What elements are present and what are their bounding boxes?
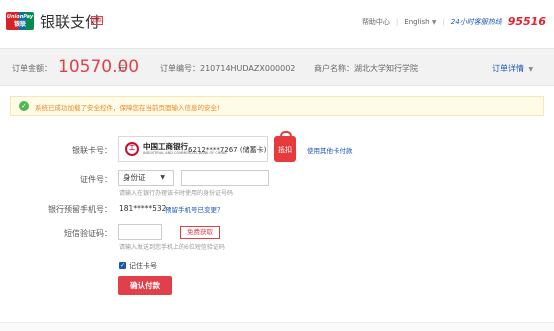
amount-value: 10570.00 <box>58 57 140 77</box>
confirm-pay-button[interactable]: 确认付款 <box>118 276 172 295</box>
card-label: 银联卡号： <box>72 146 112 155</box>
order-detail-label: 订单详情 <box>492 64 524 73</box>
merchant-name: 商户名称：湖北大学知行学院 <box>314 64 418 73</box>
top-nav: 帮助中心 | English ▼ | 24小时客服热线 95516 <box>362 15 546 28</box>
id-hint: 请输入在银行办理该卡时使用的身份证号码 <box>119 190 234 197</box>
id-number-input[interactable] <box>181 170 269 186</box>
unionpay-logo: UnionPay 银联 <box>6 12 34 30</box>
brand-badge: 银联 <box>91 16 103 25</box>
caret-down-icon: ▼ <box>160 174 165 181</box>
sms-code-input[interactable] <box>118 224 162 240</box>
id-label: 证件号： <box>80 175 112 184</box>
amount-unit: 元 <box>118 64 126 73</box>
amount-label: 订单金额： <box>12 64 52 73</box>
logo-text-en: UnionPay <box>6 14 34 20</box>
language-selector[interactable]: English ▼ <box>404 18 436 26</box>
remember-card-label[interactable]: 记住卡号 <box>129 261 157 271</box>
nav-divider: | <box>442 17 445 26</box>
language-label: English <box>404 17 430 26</box>
use-other-card-link[interactable]: 使用其他卡付款 <box>307 145 353 155</box>
icbc-logo-icon: 工 <box>125 142 139 156</box>
order-detail-link[interactable]: 订单详情 ▼ <box>492 63 533 74</box>
discount-tag: 抵扣 <box>278 146 292 154</box>
sms-label: 短信验证码： <box>64 229 112 238</box>
chevron-down-icon: ▼ <box>526 66 534 73</box>
help-center-link[interactable]: 帮助中心 <box>362 17 390 27</box>
check-circle-icon: ✓ <box>19 101 29 111</box>
nav-divider: | <box>395 17 399 26</box>
phone-value: 181*****532 <box>119 204 167 213</box>
hotline-label: 24小时客服热线 <box>450 17 502 26</box>
id-type-select[interactable]: 身份证 ▼ <box>118 170 174 186</box>
id-type-value: 身份证 <box>123 173 146 182</box>
sms-hint: 请输入发送到您手机上的6位短信验证码 <box>119 244 225 251</box>
card-number: 6212****7267 (储蓄卡) <box>188 146 267 154</box>
phone-changed-link[interactable]: 预留手机号已变更？ <box>165 204 224 214</box>
hotline-number: 95516 <box>507 15 546 28</box>
chevron-down-icon: ▼ <box>431 18 437 26</box>
phone-label: 银行预留手机号： <box>48 205 112 214</box>
remember-card-checkbox[interactable]: ✓ <box>119 262 126 269</box>
get-sms-code-button[interactable]: 免费获取 <box>180 226 220 239</box>
security-notice-text: 系统已成功加载了安全控件，保障您在当前页面输入信息的安全！ <box>35 104 224 112</box>
discount-bag-icon[interactable]: 抵扣 <box>274 131 296 162</box>
order-number: 订单编号：210714HUDAZX000002 <box>160 64 296 73</box>
logo-text-zh: 银联 <box>13 21 26 28</box>
